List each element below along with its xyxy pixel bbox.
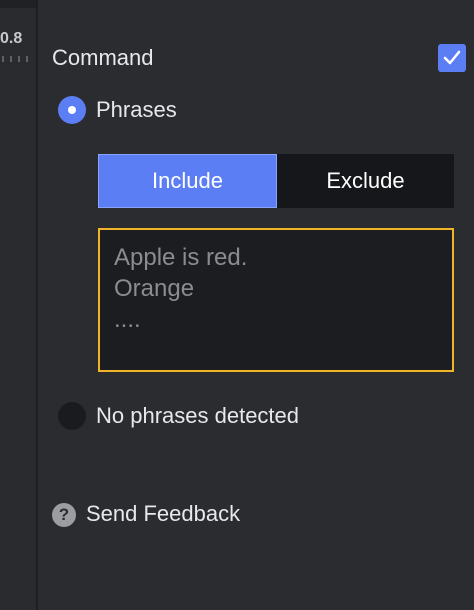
command-checkbox[interactable] xyxy=(438,44,466,72)
placeholder-line: .... xyxy=(114,306,141,333)
command-row: Command xyxy=(52,44,466,72)
placeholder-line: Orange xyxy=(114,275,195,302)
exclude-button[interactable]: Exclude xyxy=(277,154,454,208)
slider-value: 0.8 xyxy=(0,30,23,47)
phrases-radio[interactable] xyxy=(58,96,86,124)
placeholder-line: Apple is red. xyxy=(114,244,248,271)
phrases-textarea[interactable]: Apple is red. Orange .... xyxy=(98,228,454,372)
command-label: Command xyxy=(52,45,154,70)
help-icon: ? xyxy=(52,503,76,527)
include-button[interactable]: Include xyxy=(98,154,277,208)
slider-track[interactable] xyxy=(0,0,36,8)
slider-ticks xyxy=(2,56,32,62)
no-phrases-radio[interactable] xyxy=(58,402,86,430)
phrases-label: Phrases xyxy=(96,97,177,122)
no-phrases-label: No phrases detected xyxy=(96,403,300,428)
left-slider-panel: 0.8 xyxy=(0,0,36,610)
include-exclude-toggle: Include Exclude xyxy=(98,154,454,208)
settings-panel: Command Phrases Include Exclude Apple is… xyxy=(38,0,474,610)
send-feedback-label: Send Feedback xyxy=(86,501,241,526)
checkmark-icon xyxy=(443,50,461,65)
